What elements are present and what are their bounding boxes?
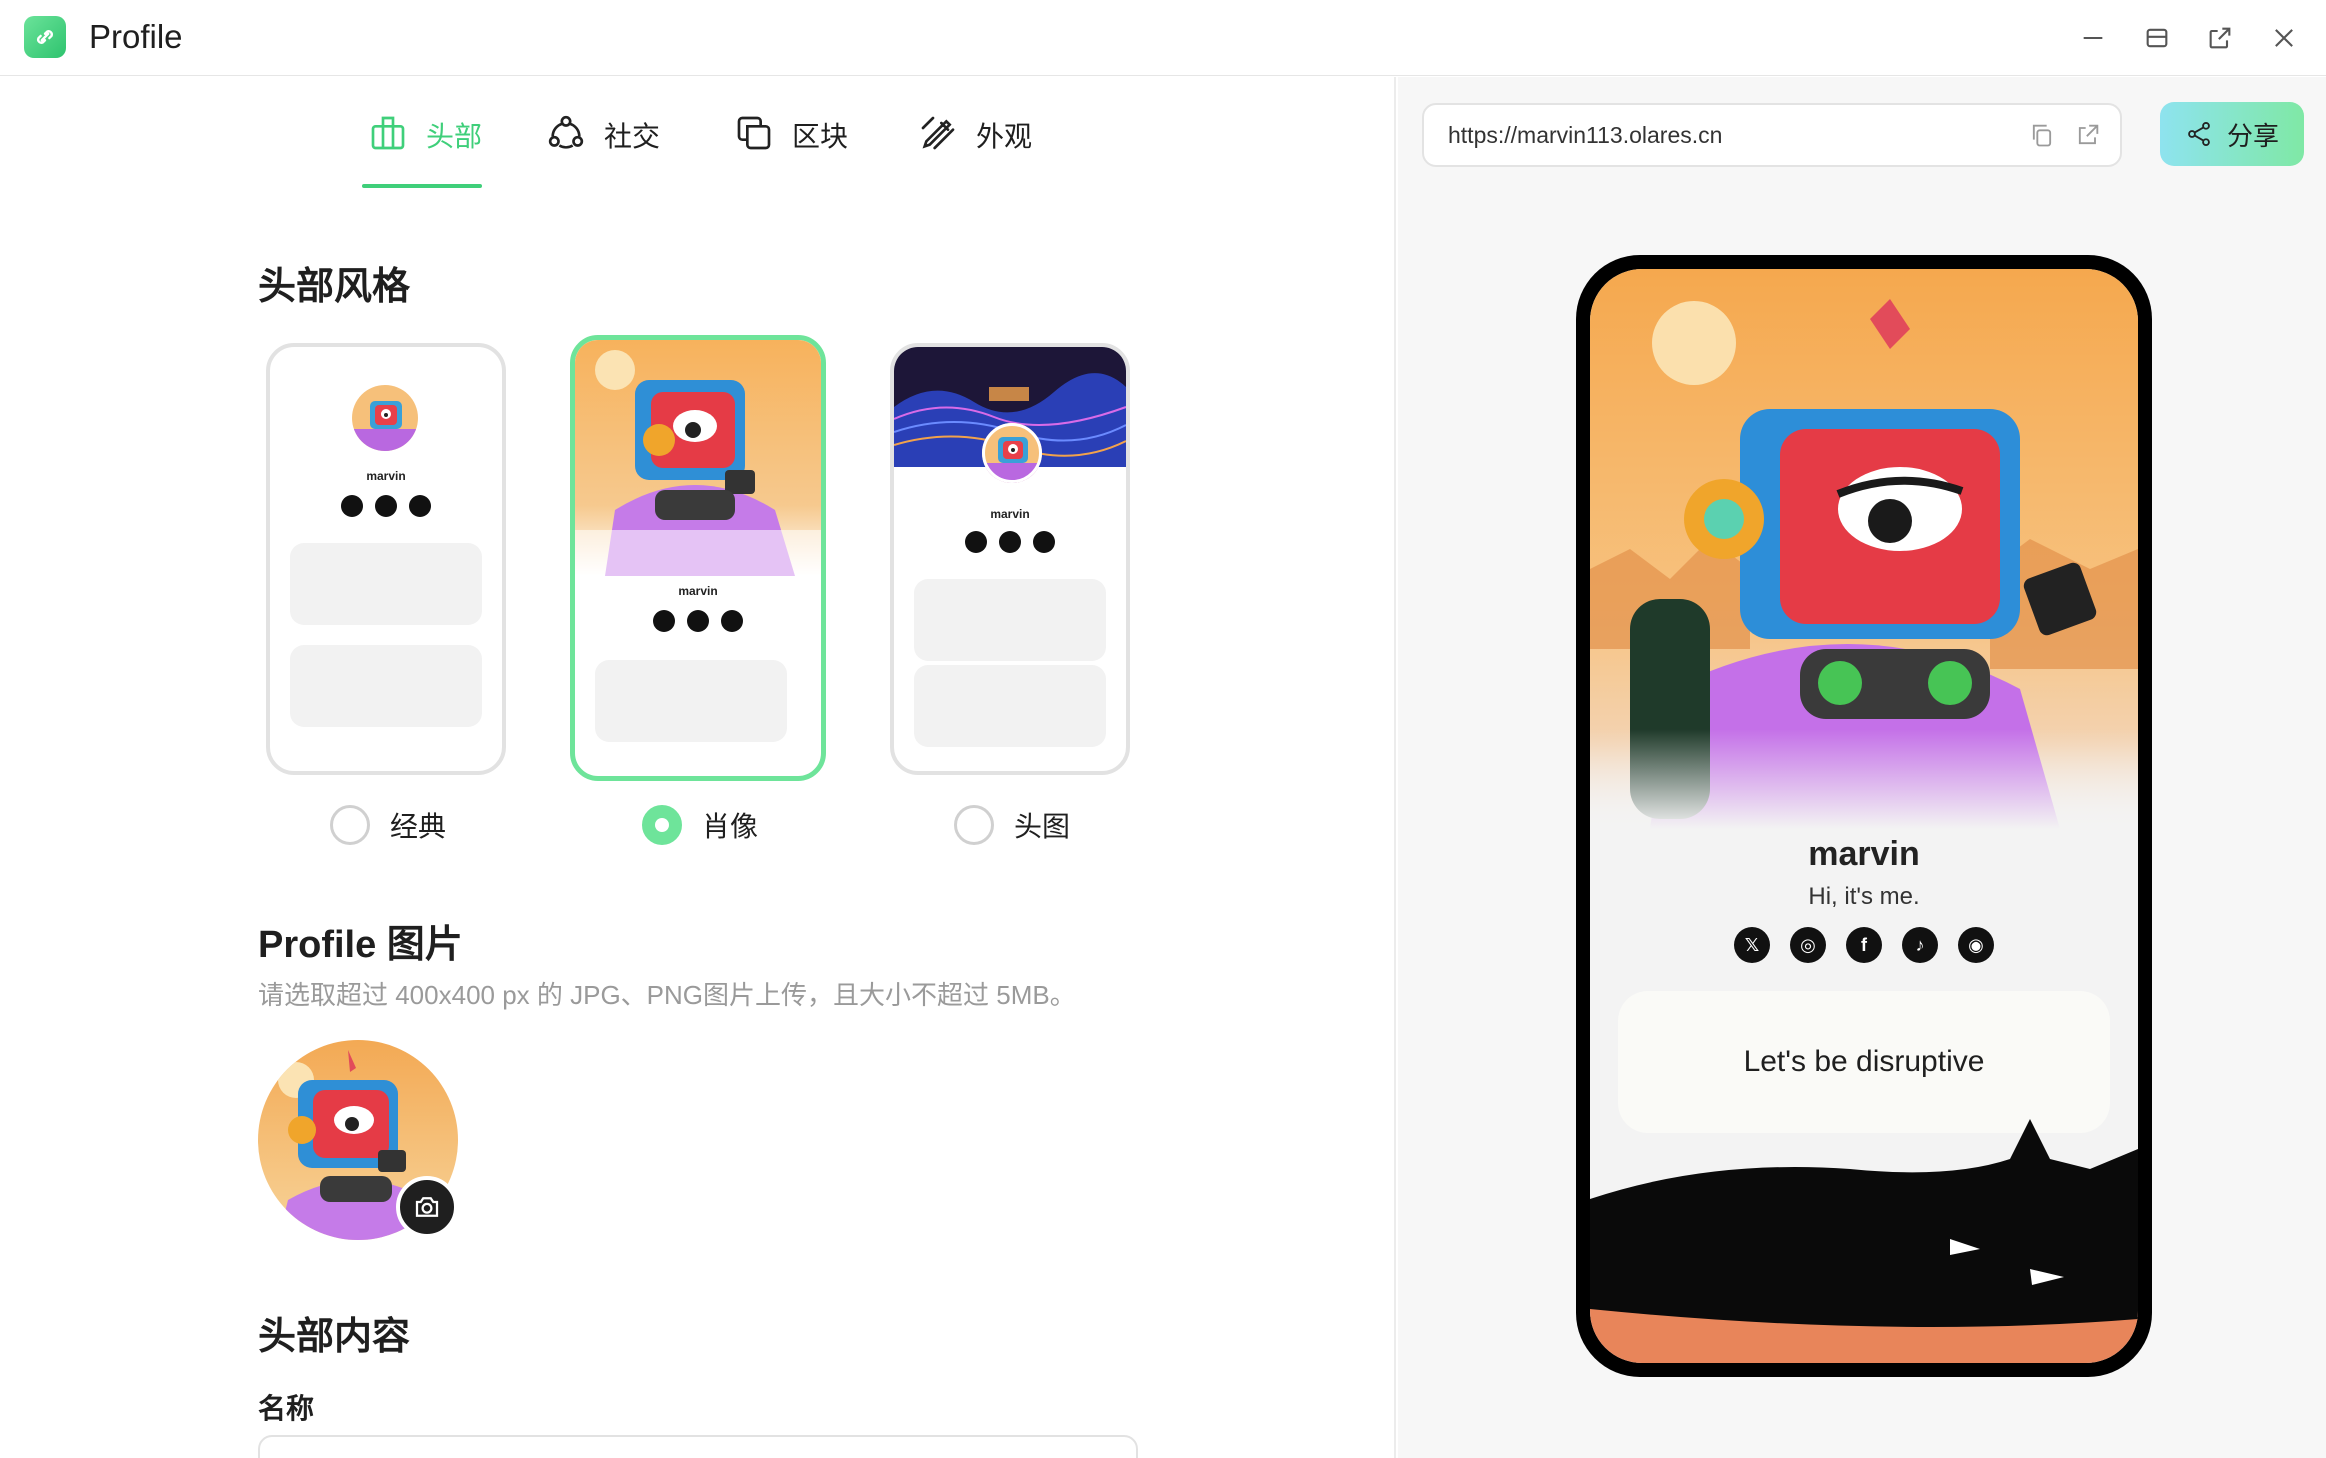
- tab-label: 区块: [792, 121, 849, 152]
- phone-preview: marvin Hi, it's me. 𝕏 ◎ f ♪ ◉ Let's be d…: [1576, 255, 2152, 1377]
- mini-block: [595, 660, 787, 742]
- mini-block: [290, 645, 482, 727]
- window-title: Profile: [89, 18, 183, 55]
- tab-label: 外观: [976, 121, 1033, 152]
- radio-label: 肖像: [702, 811, 759, 842]
- mini-avatar: [982, 423, 1042, 483]
- minimize-button[interactable]: [2073, 18, 2113, 58]
- radio-button[interactable]: [642, 805, 682, 845]
- tiktok-icon[interactable]: ♪: [1902, 927, 1938, 963]
- radio-label: 经典: [390, 811, 447, 842]
- preview-bio: Hi, it's me.: [1808, 883, 1920, 910]
- title-bar: Profile: [0, 0, 2326, 76]
- open-link-icon[interactable]: [2074, 121, 2102, 149]
- tab-social[interactable]: 社交: [546, 115, 660, 195]
- layout-icon: [371, 116, 405, 150]
- radio-label: 头图: [1014, 811, 1071, 842]
- tab-appearance[interactable]: 外观: [918, 115, 1032, 195]
- tab-header[interactable]: 头部: [368, 115, 482, 195]
- camera-icon: [415, 1197, 439, 1217]
- preview-link-block[interactable]: Let's be disruptive: [1618, 991, 2110, 1133]
- mini-name: marvin: [366, 469, 406, 483]
- mini-hero-image: [575, 340, 821, 576]
- section-title-header-style: 头部风格: [258, 266, 411, 308]
- hero-image: [1590, 269, 2138, 829]
- share-icon: [2188, 121, 2210, 147]
- mini-social-icons: [270, 495, 502, 517]
- section-title-profile-image: Profile 图片: [258, 924, 463, 966]
- radio-classic[interactable]: 经典: [330, 805, 446, 845]
- change-avatar-button[interactable]: [396, 1176, 458, 1238]
- mini-avatar: [352, 385, 418, 451]
- mini-block: [914, 579, 1106, 661]
- name-input[interactable]: [258, 1435, 1138, 1458]
- tab-label: 头部: [426, 121, 483, 152]
- preview-panel: https://marvin113.olares.cn 分享 marvin Hi…: [1398, 77, 2326, 1458]
- share-label: 分享: [2226, 120, 2279, 151]
- profile-url-field[interactable]: https://marvin113.olares.cn: [1422, 103, 2122, 167]
- github-icon[interactable]: ◉: [1958, 927, 1994, 963]
- mini-block: [290, 543, 482, 625]
- social-icon: [548, 115, 584, 149]
- radio-button[interactable]: [954, 805, 994, 845]
- open-external-button[interactable]: [2200, 18, 2240, 58]
- radio-portrait[interactable]: 肖像: [642, 805, 758, 845]
- style-card-portrait[interactable]: marvin: [570, 335, 826, 781]
- instagram-icon[interactable]: ◎: [1790, 927, 1826, 963]
- layout-toggle-button[interactable]: [2137, 18, 2177, 58]
- preview-social-icons: 𝕏 ◎ f ♪ ◉: [1590, 927, 2138, 963]
- name-field-label: 名称: [258, 1393, 315, 1424]
- facebook-icon[interactable]: f: [1846, 927, 1882, 963]
- tab-label: 社交: [604, 121, 661, 152]
- phone-screen: marvin Hi, it's me. 𝕏 ◎ f ♪ ◉ Let's be d…: [1590, 269, 2138, 1363]
- mini-name: marvin: [990, 507, 1030, 521]
- mini-block: [914, 665, 1106, 747]
- section-title-header-content: 头部内容: [258, 1316, 411, 1358]
- app-logo-icon: [24, 16, 66, 58]
- radio-button[interactable]: [330, 805, 370, 845]
- radio-banner[interactable]: 头图: [954, 805, 1070, 845]
- tab-blocks[interactable]: 区块: [734, 115, 848, 195]
- profile-url: https://marvin113.olares.cn: [1448, 121, 1723, 148]
- copy-icon[interactable]: [2028, 121, 2056, 149]
- close-button[interactable]: [2264, 18, 2304, 58]
- x-icon[interactable]: 𝕏: [1734, 927, 1770, 963]
- appearance-icon: [921, 116, 955, 150]
- style-card-banner[interactable]: marvin: [890, 343, 1130, 775]
- active-tab-indicator: [362, 184, 482, 188]
- style-card-classic[interactable]: marvin: [266, 343, 506, 775]
- mini-social-icons: [894, 531, 1126, 553]
- mini-social-icons: [575, 610, 821, 632]
- mini-name: marvin: [678, 584, 718, 598]
- profile-image-hint: 请选取超过 400x400 px 的 JPG、PNG图片上传，且大小不超过 5M…: [258, 980, 1076, 1010]
- editor-panel: 头部 社交 区块 外观 头部风格 marvin marvin marvin 经典…: [0, 77, 1396, 1458]
- share-button[interactable]: 分享: [2160, 102, 2304, 166]
- cat-illustration: [1590, 1119, 2138, 1363]
- preview-name: marvin: [1808, 835, 1920, 873]
- blocks-icon: [737, 116, 771, 150]
